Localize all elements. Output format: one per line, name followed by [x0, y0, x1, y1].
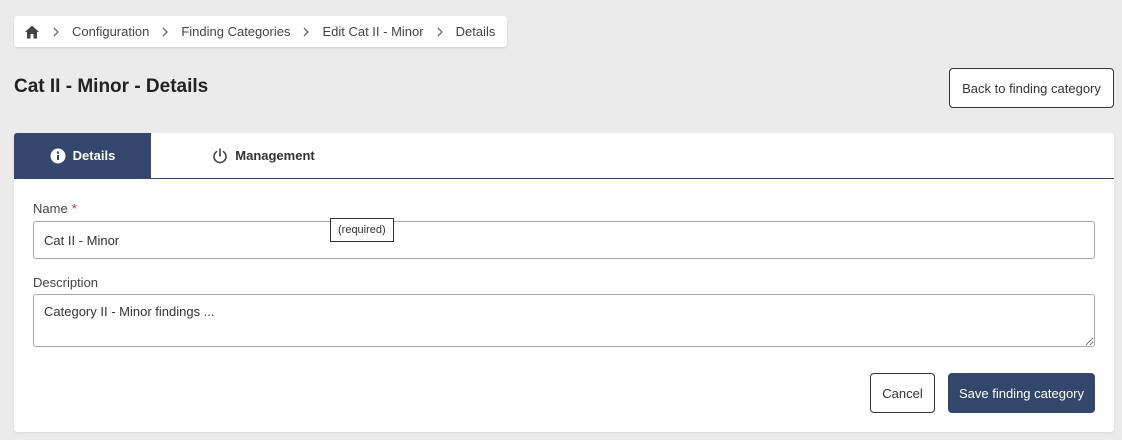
required-tooltip: (required) — [330, 218, 394, 242]
page-title: Cat II - Minor - Details — [14, 76, 209, 97]
breadcrumb-item-configuration[interactable]: Configuration — [72, 24, 149, 39]
chevron-right-icon — [434, 26, 446, 38]
name-input[interactable] — [33, 221, 1095, 259]
tab-management-label: Management — [235, 148, 315, 163]
description-label: Description — [33, 275, 99, 290]
breadcrumb-item-edit-category[interactable]: Edit Cat II - Minor — [322, 24, 423, 39]
breadcrumb-item-details: Details — [455, 24, 496, 39]
info-icon — [50, 148, 66, 164]
tab-details[interactable]: Details — [14, 133, 151, 178]
breadcrumb: Configuration Finding Categories Edit Ca… — [14, 16, 508, 47]
description-textarea[interactable]: Category II - Minor findings ... — [33, 294, 1095, 347]
cancel-button[interactable]: Cancel — [870, 373, 935, 413]
required-star: * — [71, 201, 77, 216]
chevron-right-icon — [300, 26, 312, 38]
save-finding-category-button[interactable]: Save finding category — [948, 373, 1095, 413]
chevron-right-icon — [159, 26, 171, 38]
tab-bar: Details Management — [14, 133, 1114, 179]
tab-details-label: Details — [72, 148, 116, 163]
breadcrumb-item-finding-categories[interactable]: Finding Categories — [181, 24, 290, 39]
home-icon[interactable] — [24, 24, 40, 40]
power-icon — [212, 147, 228, 164]
back-to-category-button[interactable]: Back to finding category — [949, 68, 1114, 108]
details-card: Details Management Name* (required) Desc… — [14, 133, 1114, 432]
name-label: Name * — [33, 201, 77, 216]
chevron-right-icon — [50, 26, 62, 38]
tab-management[interactable]: Management — [151, 133, 376, 178]
name-label-text: Name — [33, 201, 68, 216]
